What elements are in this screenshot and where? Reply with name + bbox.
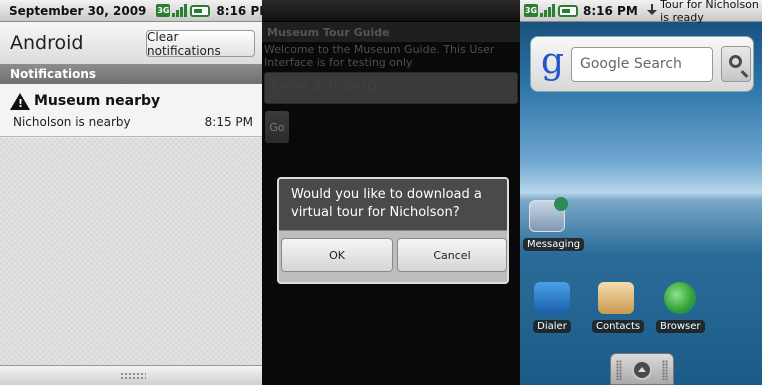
notification-time: 8:15 PM bbox=[204, 115, 253, 129]
clear-notifications-button[interactable]: Clear notifications bbox=[146, 30, 255, 58]
messaging-label: Messaging bbox=[523, 238, 585, 251]
notification-text: Nicholson is nearby bbox=[13, 115, 131, 129]
browser-label: Browser bbox=[656, 320, 705, 333]
dialer-icon bbox=[534, 282, 570, 314]
battery-icon bbox=[558, 4, 578, 17]
status-date: September 30, 2009 bbox=[9, 3, 147, 18]
3g-icon: 3G bbox=[524, 4, 538, 17]
grip-icon bbox=[662, 360, 668, 380]
google-search-widget[interactable]: g Google Search bbox=[530, 36, 754, 92]
browser-icon bbox=[664, 282, 696, 314]
app-drawer-handle[interactable] bbox=[610, 353, 674, 385]
status-time: 8:16 PM bbox=[216, 3, 262, 18]
dialog-message: Would you like to download a virtual tou… bbox=[291, 187, 482, 220]
browser-shortcut[interactable]: Browser bbox=[656, 282, 705, 333]
home-screen-panel: 3G 8:16 PM Tour for Nicholson is ready g… bbox=[520, 0, 762, 385]
3g-icon: 3G bbox=[156, 4, 171, 17]
contacts-icon bbox=[598, 282, 634, 314]
download-icon bbox=[646, 3, 658, 18]
shade-drag-handle[interactable] bbox=[0, 365, 262, 385]
warning-icon bbox=[10, 93, 30, 110]
signal-icon bbox=[172, 4, 188, 17]
dialog-button-bar: OK Cancel bbox=[279, 230, 507, 282]
app-drawer-icon bbox=[632, 360, 652, 380]
contacts-shortcut[interactable]: Contacts bbox=[592, 282, 645, 333]
museum-app-panel: Museum Tour Guide Welcome to the Museum … bbox=[262, 0, 520, 385]
notification-title: Museum nearby bbox=[34, 93, 161, 109]
search-icon bbox=[729, 55, 742, 68]
status-bar-dark bbox=[262, 0, 520, 22]
ok-button[interactable]: OK bbox=[281, 238, 393, 272]
status-bar[interactable]: September 30, 2009 3G 8:16 PM bbox=[0, 0, 262, 22]
notification-item[interactable]: Museum nearby Nicholson is nearby 8:15 P… bbox=[0, 84, 262, 137]
google-logo-icon: g bbox=[541, 41, 565, 82]
carrier-label: Android bbox=[10, 32, 84, 54]
battery-icon bbox=[190, 4, 211, 17]
download-tour-dialog: Would you like to download a virtual tou… bbox=[277, 177, 509, 284]
google-search-input[interactable]: Google Search bbox=[571, 47, 713, 82]
status-time: 8:16 PM bbox=[583, 3, 638, 18]
grip-icon bbox=[616, 360, 622, 380]
dialer-shortcut[interactable]: Dialer bbox=[528, 282, 576, 333]
messaging-shortcut[interactable]: Messaging bbox=[523, 197, 585, 251]
search-button[interactable] bbox=[721, 46, 751, 82]
messaging-icon bbox=[529, 197, 568, 232]
status-bar[interactable]: 3G 8:16 PM Tour for Nicholson is ready bbox=[520, 0, 762, 24]
notifications-panel: September 30, 2009 3G 8:16 PM Android Cl… bbox=[0, 0, 262, 385]
notification-shade-header: Android Clear notifications bbox=[0, 22, 262, 64]
notification-list-background bbox=[0, 138, 262, 365]
dialer-label: Dialer bbox=[533, 320, 571, 333]
cancel-button[interactable]: Cancel bbox=[397, 238, 507, 272]
contacts-label: Contacts bbox=[592, 320, 645, 333]
grip-icon bbox=[120, 372, 146, 380]
notifications-section-header: Notifications bbox=[0, 64, 262, 84]
status-ticker-text: Tour for Nicholson is ready bbox=[660, 0, 759, 24]
signal-icon bbox=[540, 4, 556, 17]
